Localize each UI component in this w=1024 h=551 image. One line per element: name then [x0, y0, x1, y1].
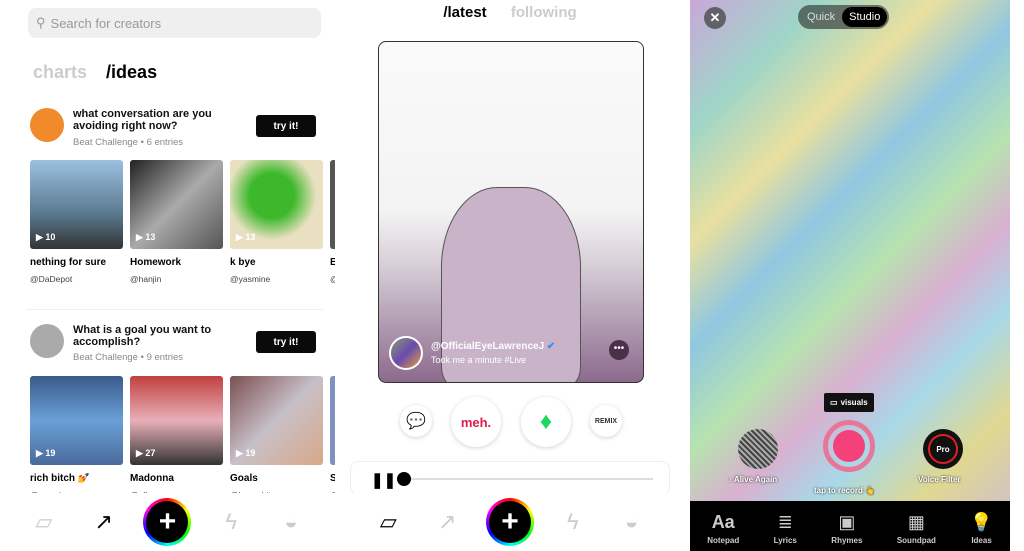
entry-thumb[interactable]: ▶ 13 Homework @hanjin	[130, 160, 223, 284]
challenge-meta: Beat Challenge • 9 entries	[73, 352, 184, 363]
record-button[interactable]	[823, 420, 875, 472]
creator-handle[interactable]: @OfficialEyeLawrenceJ	[431, 341, 544, 352]
verified-icon: ✔	[546, 341, 556, 352]
challenge-avatar	[30, 324, 64, 358]
tool-ideas[interactable]: 💡 Ideas	[970, 511, 992, 545]
rhymes-icon: ▣	[838, 512, 856, 532]
mode-toggle: Quick Studio	[798, 5, 890, 29]
fire-button[interactable]: ♦	[521, 397, 571, 447]
song-disc[interactable]	[738, 429, 778, 469]
audio-player: ❚❚	[350, 461, 670, 495]
try-it-button[interactable]: try it!	[256, 331, 316, 353]
feed-screen: /latest following @OfficialEyeLawrenceJ …	[345, 0, 675, 551]
challenge-card: What is a goal you want to accomplish? B…	[30, 324, 335, 504]
feed-tabs: /latest following	[345, 4, 675, 21]
soundpad-icon: ▦	[907, 512, 925, 532]
post-caption: Took me a minute #Live	[431, 355, 527, 365]
studio-toolbar: Aa Notepad ≣ Lyrics ▣ Rhymes ▦ Soundpad 💡 Ide…	[690, 501, 1010, 551]
bottom-nav: ▱ ↗ + ϟ ◒	[0, 493, 335, 551]
entry-thumb[interactable]: ▶ 13 k bye @yasmine	[230, 160, 323, 284]
video-card[interactable]: @OfficialEyeLawrenceJ ✔ Took me a minute…	[378, 41, 644, 383]
play-icon: ▶ 13	[136, 232, 156, 242]
try-it-button[interactable]: try it!	[256, 115, 316, 137]
entry-thumb[interactable]: ▶ 19rich bitch 💅@yasmine	[30, 376, 123, 500]
remix-button[interactable]: REMIX	[590, 405, 622, 437]
divider	[26, 309, 323, 310]
plus-icon: +	[488, 501, 531, 543]
challenge-card: what conversation are you avoiding right…	[30, 108, 335, 298]
tab-charts[interactable]: charts	[33, 62, 87, 82]
entry-thumb[interactable]: E@	[330, 160, 335, 284]
notepad-icon: Aa	[711, 512, 735, 532]
mode-quick[interactable]: Quick	[800, 7, 842, 27]
progress-track[interactable]	[403, 478, 653, 480]
ideas-screen: ⚲ Search for creators charts /ideas what …	[0, 0, 335, 551]
video-icon: ▭	[830, 398, 838, 407]
comment-button[interactable]: 💬	[400, 405, 432, 437]
entry-thumb[interactable]: ▶ 19Goals@hapachita	[230, 376, 323, 500]
play-icon: ▶ 13	[236, 232, 256, 242]
challenge-meta: Beat Challenge • 6 entries	[73, 137, 184, 148]
trending-icon[interactable]: ↗	[84, 509, 124, 535]
entry-thumb[interactable]: S@	[330, 376, 335, 500]
search-input[interactable]: ⚲ Search for creators	[28, 8, 321, 38]
plus-icon: +	[146, 501, 189, 543]
challenge-title: what conversation are you avoiding right…	[73, 108, 212, 132]
pause-button[interactable]: ❚❚	[371, 471, 396, 489]
play-icon: ▶ 27	[136, 448, 156, 458]
more-options-button[interactable]: •••	[609, 340, 629, 360]
visuals-button[interactable]: ▭ visuals	[824, 393, 874, 412]
tool-lyrics[interactable]: ≣ Lyrics	[774, 511, 797, 545]
comment-icon: 💬	[406, 413, 426, 430]
create-button[interactable]: +	[143, 498, 192, 546]
mode-studio[interactable]: Studio	[842, 7, 888, 27]
bottom-nav: ▱ ↗ + ϟ ◒	[345, 493, 675, 551]
play-icon: ▶ 19	[36, 448, 56, 458]
close-button[interactable]: ✕	[704, 7, 726, 29]
tool-soundpad[interactable]: ▦ Soundpad	[897, 511, 936, 545]
entry-thumb[interactable]: ▶ 10 nething for sure @DaDepot	[30, 160, 123, 284]
studio-screen: ✕ Quick Studio ▭ visuals ♪ Alive Again ta…	[690, 0, 1010, 551]
tool-notepad[interactable]: Aa Notepad	[707, 511, 739, 545]
tab-latest[interactable]: /latest	[443, 4, 486, 21]
cards-icon[interactable]: ▱	[368, 509, 408, 535]
search-icon: ⚲	[36, 15, 46, 30]
close-icon: ✕	[709, 10, 721, 25]
voice-filter-label: Voice Filter	[918, 475, 961, 484]
meh-button[interactable]: meh.	[451, 397, 501, 447]
lightning-icon[interactable]: ϟ	[211, 509, 251, 535]
song-label: ♪ Alive Again	[728, 475, 778, 484]
fire-icon: ♦	[539, 408, 553, 435]
challenge-title: What is a goal you want to accomplish?	[73, 324, 212, 348]
profile-icon[interactable]: ◒	[271, 509, 311, 535]
discover-tabs: charts /ideas	[33, 62, 171, 83]
cards-icon[interactable]: ▱	[24, 509, 64, 535]
entry-thumb[interactable]: ▶ 27Madonna@elba	[130, 376, 223, 500]
voice-filter-button[interactable]: Pro	[923, 429, 963, 469]
play-icon: ▶ 19	[236, 448, 256, 458]
lyrics-icon: ≣	[777, 512, 793, 532]
tab-following[interactable]: following	[511, 4, 577, 21]
tool-rhymes[interactable]: ▣ Rhymes	[831, 511, 862, 545]
create-button[interactable]: +	[485, 498, 534, 546]
lightning-icon[interactable]: ϟ	[553, 509, 593, 535]
challenge-avatar	[30, 108, 64, 142]
profile-icon[interactable]: ◒	[612, 509, 652, 535]
creator-avatar[interactable]	[389, 336, 423, 370]
record-hint: tap to record 👆	[814, 486, 876, 495]
progress-handle[interactable]	[397, 472, 411, 486]
lightbulb-icon: 💡	[970, 512, 993, 532]
trending-icon[interactable]: ↗	[427, 509, 467, 535]
tab-ideas[interactable]: /ideas	[106, 62, 157, 82]
play-icon: ▶ 10	[36, 232, 56, 242]
